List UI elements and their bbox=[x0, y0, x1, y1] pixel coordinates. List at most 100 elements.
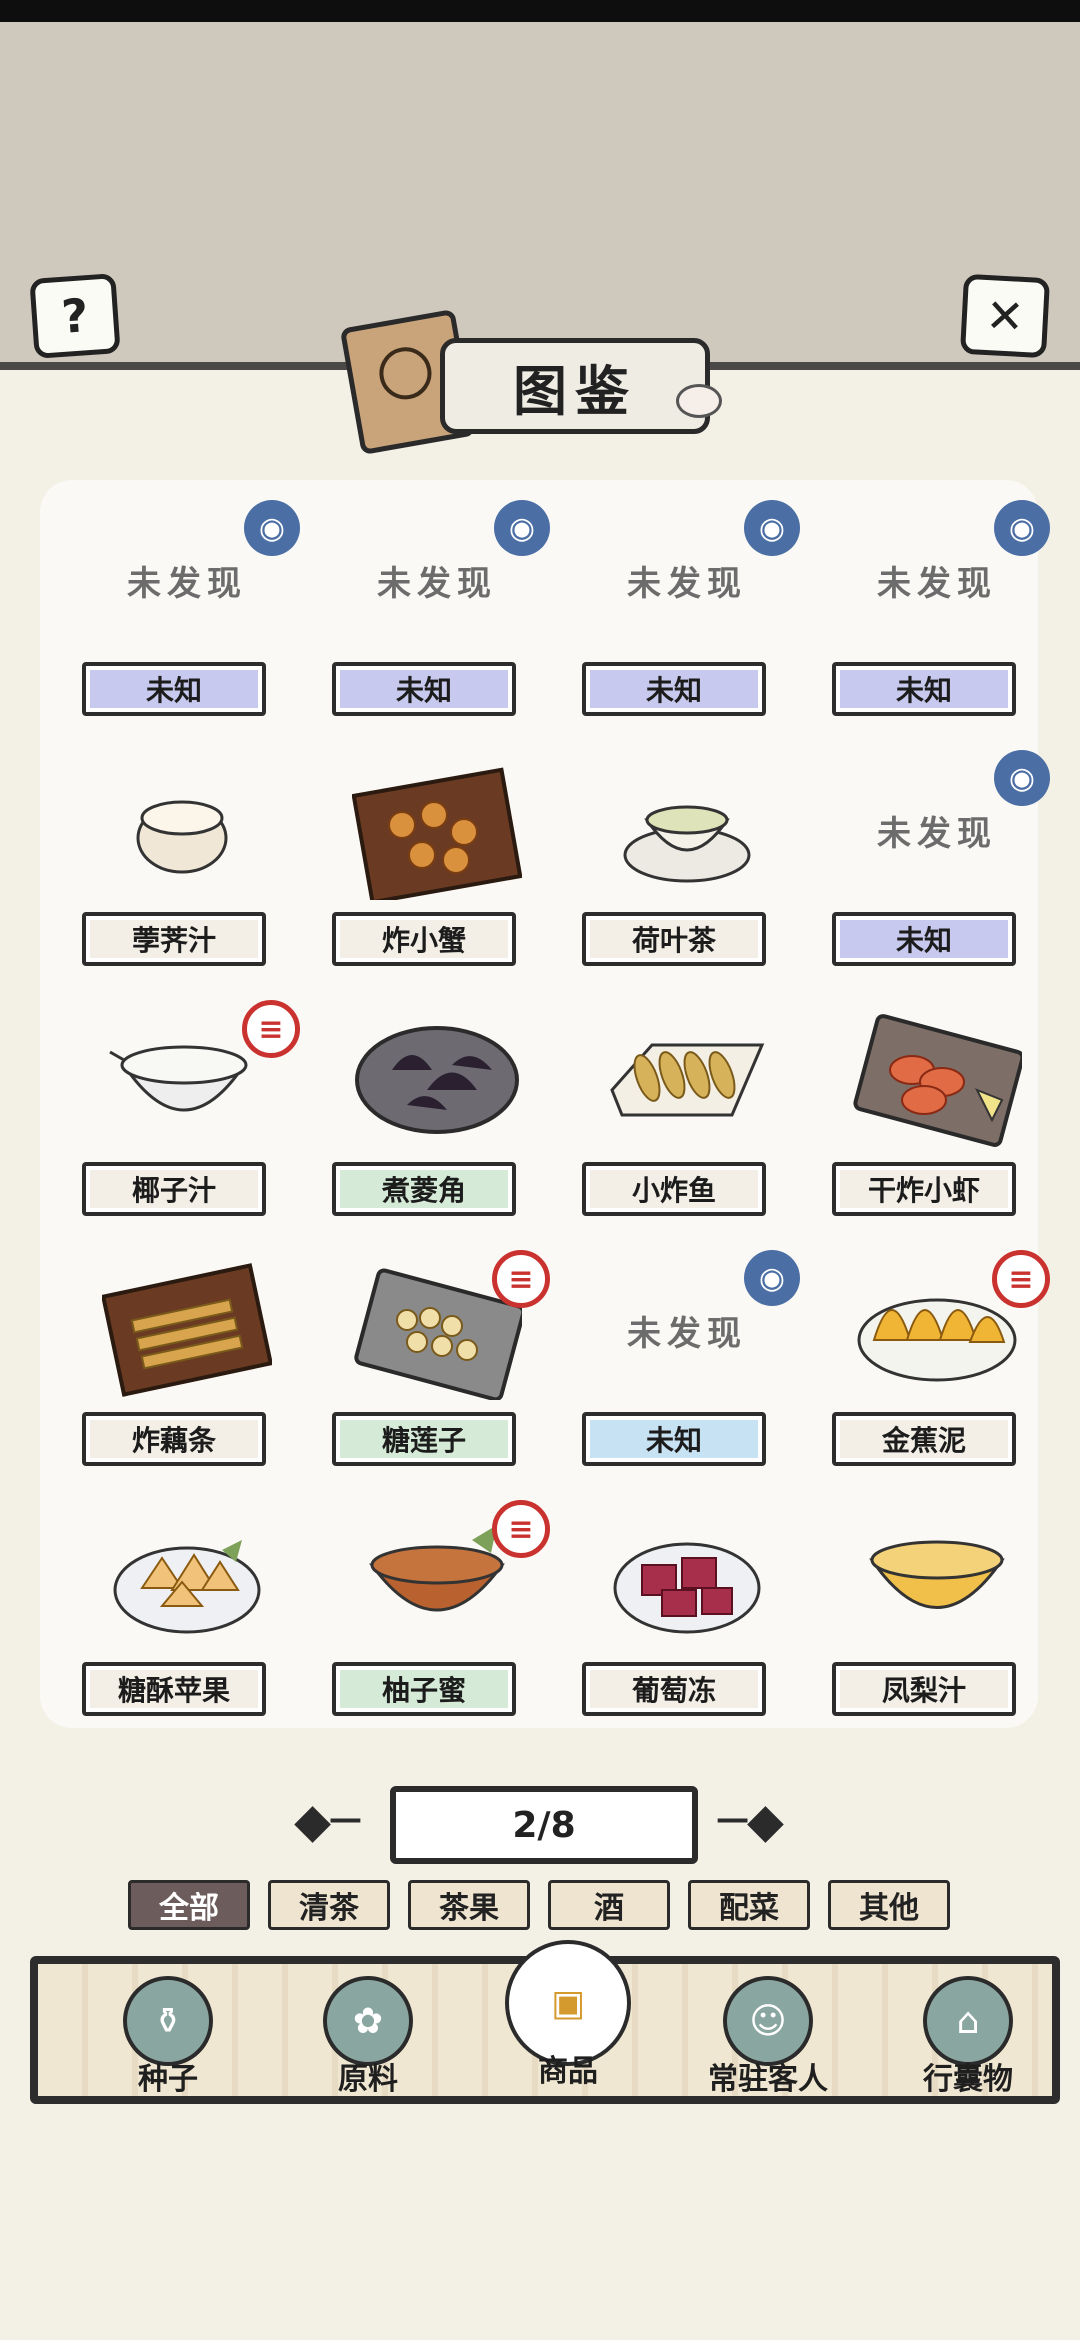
collection-item[interactable]: ≡ 糖莲子 bbox=[312, 1236, 562, 1486]
item-name-label: 柚子蜜 bbox=[332, 1662, 516, 1716]
tab-item[interactable]: ▣ 商品 bbox=[478, 1940, 658, 2096]
tab-label: 常驻客人 bbox=[708, 2062, 828, 2097]
filter-tab[interactable]: 清茶 bbox=[268, 1880, 390, 1930]
category-filters: 全部 清茶 茶果酒配菜 其他 bbox=[128, 1880, 950, 1930]
undiscovered-text: 未发现 bbox=[127, 564, 247, 604]
prev-page-button[interactable]: ◆─ bbox=[282, 1793, 372, 1849]
filter-tab[interactable]: 配菜 bbox=[688, 1880, 810, 1930]
undiscovered-text: 未发现 bbox=[877, 564, 997, 604]
food-image bbox=[100, 1260, 274, 1404]
food-image bbox=[602, 760, 772, 904]
collection-grid: 未发现 ◉ 未知 未发现 ◉ 未知 未发现 ◉ 未知 未发现 ◉ 未知 荸荠汁 炸小蟹 荷叶茶 未发现 ◉ 未知 ≡… bbox=[40, 480, 1050, 1728]
item-name-label: 煮菱角 bbox=[332, 1162, 516, 1216]
help-button[interactable]: ? bbox=[29, 273, 121, 359]
new-item-badge-icon: ≡ bbox=[992, 1250, 1050, 1308]
food-image bbox=[351, 760, 523, 905]
collection-item[interactable]: 未发现 ◉ 未知 bbox=[562, 1236, 812, 1486]
item-name-label: 未知 bbox=[82, 662, 266, 716]
leaf-icon: ✿ bbox=[323, 1976, 413, 2066]
tab-item[interactable]: ⌂ 行囊物 bbox=[878, 1976, 1058, 2097]
item-name-label: 未知 bbox=[832, 662, 1016, 716]
tab-item[interactable]: ☺ 常驻客人 bbox=[678, 1976, 858, 2097]
food-image bbox=[852, 1510, 1022, 1654]
collection-item[interactable]: 未发现 ◉ 未知 bbox=[562, 486, 812, 736]
flower-icon bbox=[676, 384, 722, 418]
locked-badge-icon: ◉ bbox=[244, 500, 300, 556]
item-name-label: 小炸鱼 bbox=[582, 1162, 766, 1216]
page-indicator: 2/8 bbox=[390, 1786, 698, 1864]
item-name-label: 未知 bbox=[332, 662, 516, 716]
locked-badge-icon: ◉ bbox=[494, 500, 550, 556]
food-image bbox=[602, 1010, 772, 1154]
filter-tab[interactable]: 其他 bbox=[828, 1880, 950, 1930]
item-name-label: 糖莲子 bbox=[332, 1412, 516, 1466]
item-name-label: 荸荠汁 bbox=[82, 912, 266, 966]
food-image bbox=[102, 1510, 272, 1654]
item-name-label: 椰子汁 bbox=[82, 1162, 266, 1216]
tab-item[interactable]: ⚱ 种子 bbox=[78, 1976, 258, 2097]
top-band bbox=[0, 22, 1080, 362]
bottom-tab-bar: ⚱ 种子 ✿ 原料 ▣ 商品 ☺ 常驻客人 ⌂ 行囊物 bbox=[30, 1940, 1060, 2104]
locked-badge-icon: ◉ bbox=[744, 500, 800, 556]
collection-item[interactable]: 未发现 ◉ 未知 bbox=[812, 486, 1062, 736]
item-name-label: 荷叶茶 bbox=[582, 912, 766, 966]
collection-item[interactable]: 炸小蟹 bbox=[312, 736, 562, 986]
right-arrow-icon: ─◆ bbox=[718, 1793, 784, 1849]
item-name-label: 未知 bbox=[832, 912, 1016, 966]
locked-badge-icon: ◉ bbox=[744, 1250, 800, 1306]
collection-item[interactable]: 葡萄冻 bbox=[562, 1486, 812, 1736]
item-name-label: 金蕉泥 bbox=[832, 1412, 1016, 1466]
collection-item[interactable]: 小炸鱼 bbox=[562, 986, 812, 1236]
food-image bbox=[102, 760, 272, 904]
locked-badge-icon: ◉ bbox=[994, 750, 1050, 806]
item-name-label: 干炸小虾 bbox=[832, 1162, 1016, 1216]
filter-tab[interactable]: 全部 bbox=[128, 1880, 250, 1930]
filter-tab[interactable]: 酒 bbox=[548, 1880, 670, 1930]
page-title: 图鉴 bbox=[440, 338, 710, 434]
item-name-label: 未知 bbox=[582, 1412, 766, 1466]
item-name-label: 炸小蟹 bbox=[332, 912, 516, 966]
girl-icon: ☺ bbox=[723, 1976, 813, 2066]
filter-tab[interactable]: 茶果 bbox=[408, 1880, 530, 1930]
food-image bbox=[352, 1010, 522, 1154]
left-arrow-icon: ◆─ bbox=[294, 1793, 360, 1849]
item-name-label: 葡萄冻 bbox=[582, 1662, 766, 1716]
help-icon: ? bbox=[59, 288, 91, 344]
locked-badge-icon: ◉ bbox=[994, 500, 1050, 556]
next-page-button[interactable]: ─◆ bbox=[706, 1793, 796, 1849]
collection-item[interactable]: ≡ 金蕉泥 bbox=[812, 1236, 1062, 1486]
collection-item[interactable]: 荸荠汁 bbox=[62, 736, 312, 986]
seed-jar-icon: ⚱ bbox=[123, 1976, 213, 2066]
undiscovered-text: 未发现 bbox=[877, 814, 997, 854]
food-image bbox=[602, 1510, 772, 1654]
collection-item[interactable]: 干炸小虾 bbox=[812, 986, 1062, 1236]
collection-item[interactable]: 未发现 ◉ 未知 bbox=[312, 486, 562, 736]
collection-item[interactable]: ≡ 椰子汁 bbox=[62, 986, 312, 1236]
collection-item[interactable]: 荷叶茶 bbox=[562, 736, 812, 986]
collection-item[interactable]: 未发现 ◉ 未知 bbox=[812, 736, 1062, 986]
tab-label: 商品 bbox=[538, 2054, 598, 2089]
tab-label: 原料 bbox=[338, 2062, 398, 2097]
tab-label: 种子 bbox=[138, 2062, 198, 2097]
item-name-label: 炸藕条 bbox=[82, 1412, 266, 1466]
item-name-label: 糖酥苹果 bbox=[82, 1662, 266, 1716]
collection-item[interactable]: 糖酥苹果 bbox=[62, 1486, 312, 1736]
undiscovered-text: 未发现 bbox=[377, 564, 497, 604]
collection-item[interactable]: 炸藕条 bbox=[62, 1236, 312, 1486]
collection-item[interactable]: 未发现 ◉ 未知 bbox=[62, 486, 312, 736]
close-icon: ✕ bbox=[984, 288, 1026, 344]
item-name-label: 凤梨汁 bbox=[832, 1662, 1016, 1716]
undiscovered-text: 未发现 bbox=[627, 564, 747, 604]
new-item-badge-icon: ≡ bbox=[492, 1500, 550, 1558]
status-bar bbox=[0, 0, 1080, 22]
new-item-badge-icon: ≡ bbox=[492, 1250, 550, 1308]
tab-label: 行囊物 bbox=[923, 2062, 1013, 2097]
undiscovered-text: 未发现 bbox=[627, 1314, 747, 1354]
collection-item[interactable]: ≡ 柚子蜜 bbox=[312, 1486, 562, 1736]
close-button[interactable]: ✕ bbox=[959, 273, 1051, 359]
tab-item[interactable]: ✿ 原料 bbox=[278, 1976, 458, 2097]
new-item-badge-icon: ≡ bbox=[242, 1000, 300, 1058]
collection-item[interactable]: 煮菱角 bbox=[312, 986, 562, 1236]
food-image bbox=[852, 1010, 1025, 1154]
collection-item[interactable]: 凤梨汁 bbox=[812, 1486, 1062, 1736]
